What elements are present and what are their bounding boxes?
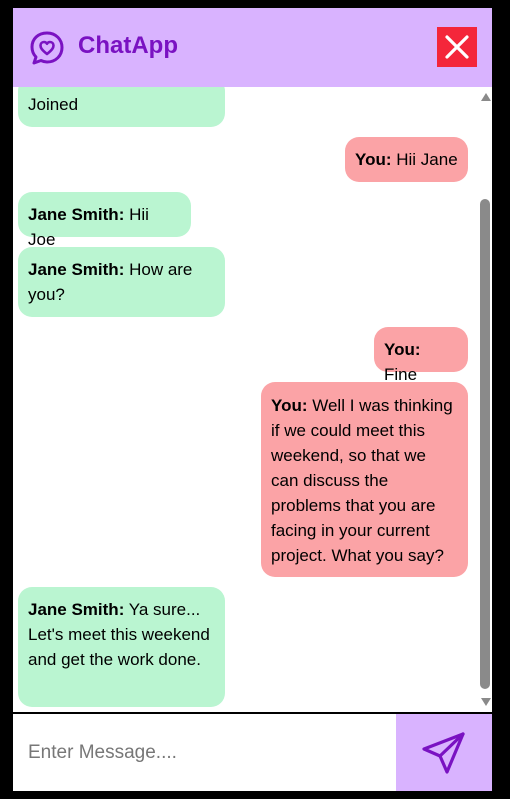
message-sender: Jane Smith: bbox=[28, 600, 125, 619]
message-sender: You: bbox=[384, 340, 421, 359]
close-icon bbox=[445, 35, 469, 59]
send-icon bbox=[422, 731, 465, 774]
close-button[interactable] bbox=[437, 27, 477, 67]
chat-header: ChatApp bbox=[13, 8, 492, 87]
message-bubble: Jane Smith: How are you? bbox=[18, 247, 225, 317]
app-title: ChatApp bbox=[78, 32, 178, 59]
message-bubble: You: Hii Jane bbox=[345, 137, 468, 182]
message-bubble: You: Well I was thinking if we could mee… bbox=[261, 382, 468, 577]
send-button[interactable] bbox=[396, 714, 492, 791]
message-input[interactable] bbox=[13, 714, 396, 791]
message-text: Hii Jane bbox=[391, 150, 458, 169]
message-bubble: You: Fine bbox=[374, 327, 468, 384]
scroll-up-arrow-icon[interactable] bbox=[481, 93, 491, 101]
message-text: Well I was thinking if we could meet thi… bbox=[271, 396, 453, 565]
message-bubble: Jane Smith: Ya sure... Let's meet this w… bbox=[18, 587, 225, 707]
message-sender: Jane Smith: bbox=[28, 260, 125, 279]
scrollbar-thumb[interactable] bbox=[480, 199, 490, 689]
message-bubble: Joined bbox=[18, 87, 225, 127]
chat-window: ChatApp Joined You: Hii Jane Jane Smith:… bbox=[13, 8, 492, 791]
scroll-down-arrow-icon[interactable] bbox=[481, 698, 491, 706]
message-sender: You: bbox=[355, 150, 392, 169]
message-list[interactable]: Joined You: Hii Jane Jane Smith: Hii Joe… bbox=[13, 87, 479, 712]
message-text: Joined bbox=[28, 95, 79, 114]
message-scrollbar[interactable] bbox=[479, 87, 492, 712]
message-sender: You: bbox=[271, 396, 308, 415]
message-bubble: Jane Smith: Hii Joe bbox=[18, 192, 191, 249]
message-sender: Jane Smith: bbox=[28, 205, 125, 224]
heart-chat-icon bbox=[30, 31, 64, 65]
